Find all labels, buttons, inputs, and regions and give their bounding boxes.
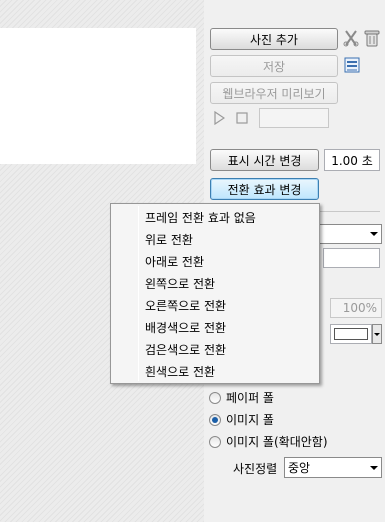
menu-item-label: 배경색으로 전환	[145, 320, 227, 335]
photo-preview	[0, 28, 196, 164]
transition-menu: 프레임 전환 효과 없음 위로 전환 아래로 전환 왼쪽으로 전환 오른쪽으로 …	[110, 203, 320, 384]
background-option-label: 이미지 폴(확대안함)	[226, 435, 328, 449]
change-transition-label: 전환 효과 변경	[227, 182, 302, 197]
menu-item-slide-left[interactable]: 왼쪽으로 전환	[113, 272, 317, 294]
change-display-time-button[interactable]: 표시 시간 변경	[210, 149, 319, 171]
add-photo-button[interactable]: 사진 추가	[210, 28, 338, 50]
background-option-label: 페이퍼 폴	[226, 391, 274, 405]
background-option-image-no-zoom[interactable]: 이미지 폴(확대안함)	[209, 433, 328, 450]
menu-item-slide-down[interactable]: 아래로 전환	[113, 250, 317, 272]
menu-item-label: 왼쪽으로 전환	[145, 276, 216, 291]
menu-item-label: 오른쪽으로 전환	[145, 298, 227, 313]
change-transition-button[interactable]: 전환 효과 변경	[210, 178, 319, 200]
play-icon[interactable]	[212, 110, 226, 126]
menu-item-fade-black[interactable]: 검은색으로 전환	[113, 338, 317, 360]
save-button[interactable]: 저장	[210, 55, 338, 77]
stop-icon[interactable]	[235, 111, 249, 125]
photo-align-value: 중앙	[288, 461, 311, 475]
radio-button[interactable]	[209, 391, 221, 404]
add-photo-label: 사진 추가	[250, 32, 298, 47]
menu-item-label: 위로 전환	[145, 232, 193, 247]
menu-item-slide-right[interactable]: 오른쪽으로 전환	[113, 294, 317, 316]
photo-align-select[interactable]: 중앙	[284, 457, 382, 478]
trash-can-icon[interactable]	[364, 29, 380, 47]
menu-item-label: 흰색으로 전환	[145, 364, 216, 379]
chevron-down-icon	[370, 232, 378, 236]
photo-align-label: 사진정렬	[233, 462, 278, 476]
menu-item-label: 검은색으로 전환	[145, 342, 227, 357]
browser-preview-label: 웹브라우저 미리보기	[222, 86, 326, 101]
chevron-down-icon	[370, 465, 378, 470]
menu-item-fade-background[interactable]: 배경색으로 전환	[113, 316, 317, 338]
scale-percent-value: 100%	[342, 301, 377, 315]
display-time-field[interactable]: 1.00 초	[324, 149, 380, 171]
radio-button[interactable]	[209, 413, 221, 426]
scale-percent-field: 100%	[330, 298, 382, 318]
save-label: 저장	[262, 59, 286, 74]
playback-progress-field	[259, 108, 329, 128]
background-option-paper[interactable]: 페이퍼 폴	[209, 389, 274, 406]
color-input-field[interactable]	[323, 248, 380, 268]
scissors-icon[interactable]	[343, 29, 359, 47]
menu-item-label: 프레임 전환 효과 없음	[145, 210, 256, 225]
menu-item-fade-white[interactable]: 흰색으로 전환	[113, 360, 317, 382]
radio-button[interactable]	[209, 435, 221, 448]
list-view-icon[interactable]	[344, 56, 360, 74]
menu-item-label: 아래로 전환	[145, 254, 205, 269]
background-option-label: 이미지 폴	[226, 413, 274, 427]
menu-item-no-transition[interactable]: 프레임 전환 효과 없음	[113, 206, 317, 228]
menu-item-slide-up[interactable]: 위로 전환	[113, 228, 317, 250]
change-display-time-label: 표시 시간 변경	[227, 153, 302, 168]
background-color-swatch[interactable]	[330, 324, 372, 344]
background-option-image[interactable]: 이미지 폴	[209, 411, 274, 428]
browser-preview-button[interactable]: 웹브라우저 미리보기	[210, 82, 338, 104]
display-time-value: 1.00 초	[331, 153, 373, 168]
color-dropdown-button[interactable]	[372, 324, 382, 344]
